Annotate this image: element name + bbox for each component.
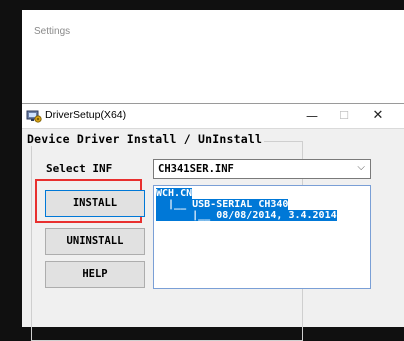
- info-line-version: |__ 08/08/2014, 3.4.2014: [156, 210, 337, 221]
- chevron-down-icon: ⌵: [357, 162, 365, 173]
- driver-info-box[interactable]: WCH.CN |__ USB-SERIAL CH340 |__ 08/08/20…: [153, 185, 371, 289]
- install-button[interactable]: INSTALL: [45, 190, 145, 217]
- inf-selected-value: CH341SER.INF: [158, 163, 234, 175]
- group-title: Device Driver Install / UnInstall: [25, 132, 265, 146]
- info-line-vendor: WCH.CN: [156, 188, 193, 199]
- settings-window-title: Settings: [34, 26, 71, 37]
- maximize-button[interactable]: ☐: [328, 104, 360, 128]
- driver-setup-app-icon: [26, 110, 42, 123]
- dialog-titlebar[interactable]: DriverSetup(X64) — ☐ ✕: [22, 104, 404, 129]
- close-button[interactable]: ✕: [362, 104, 394, 128]
- help-button[interactable]: HELP: [45, 261, 145, 288]
- select-inf-label: Select INF: [46, 162, 113, 175]
- uninstall-button[interactable]: UNINSTALL: [45, 228, 145, 255]
- driver-setup-dialog: DriverSetup(X64) — ☐ ✕ Device Driver Ins…: [22, 103, 404, 341]
- minimize-button[interactable]: —: [296, 104, 328, 128]
- dialog-title: DriverSetup(X64): [45, 109, 127, 121]
- inf-select-dropdown[interactable]: CH341SER.INF ⌵: [153, 159, 371, 179]
- info-line-device: |__ USB-SERIAL CH340: [156, 199, 289, 210]
